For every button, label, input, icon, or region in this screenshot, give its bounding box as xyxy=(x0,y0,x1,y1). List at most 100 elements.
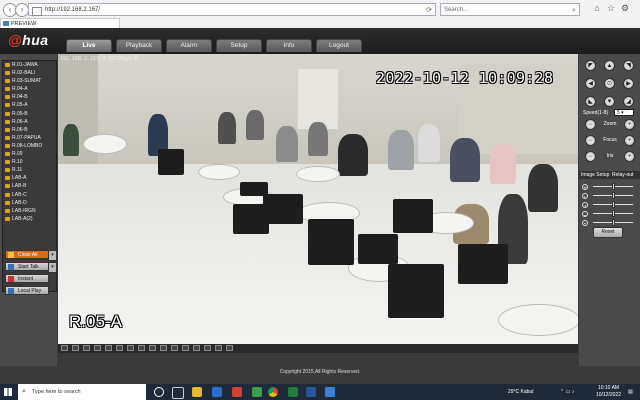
ptz-down-right-icon[interactable]: ◢ xyxy=(623,96,634,107)
layout-4-icon[interactable] xyxy=(72,345,79,351)
slider-knob[interactable] xyxy=(611,219,615,226)
fullscreen-icon[interactable] xyxy=(116,345,123,351)
layout-9-icon[interactable] xyxy=(83,345,90,351)
settings-gear-icon[interactable]: ⚙ xyxy=(620,3,630,13)
channel-item[interactable]: R.11 xyxy=(3,166,56,174)
channel-item[interactable]: R.10 xyxy=(3,158,56,166)
channel-item[interactable]: LAB-D xyxy=(3,199,56,207)
tab-playback[interactable]: Playback xyxy=(116,39,162,52)
notifications-icon[interactable]: ▤ xyxy=(628,384,633,400)
focus-in-icon[interactable]: + xyxy=(624,135,635,146)
slider-knob[interactable] xyxy=(611,192,615,199)
excel-icon[interactable] xyxy=(288,387,298,397)
taskbar-search-input[interactable]: ⌕ Type here to search xyxy=(18,384,146,400)
word-icon[interactable] xyxy=(306,387,316,397)
quality-icon[interactable] xyxy=(182,345,189,351)
forward-icon[interactable]: › xyxy=(15,3,29,17)
audio-icon[interactable] xyxy=(149,345,156,351)
image-setup-tab[interactable]: Image Setup xyxy=(581,171,609,179)
zoom-in-icon[interactable]: + xyxy=(624,119,635,130)
slider-knob[interactable] xyxy=(611,201,615,208)
channel-item[interactable]: R.05-A xyxy=(3,101,56,109)
layout-1-icon[interactable] xyxy=(61,345,68,351)
weather-widget[interactable]: 29°C Kabut xyxy=(508,384,534,400)
close-all-button[interactable]: Close All xyxy=(5,250,49,259)
close-all-dropdown-icon[interactable]: ▾ xyxy=(48,250,57,261)
browser-search-input[interactable]: Search... ⌕ xyxy=(440,3,580,16)
start-talk-dropdown-icon[interactable]: ▾ xyxy=(48,262,57,273)
local-play-button[interactable]: Local Play xyxy=(5,286,49,295)
ptz-left-icon[interactable]: ◀ xyxy=(585,78,596,89)
ptz-down-left-icon[interactable]: ◣ xyxy=(585,96,596,107)
tab-preview[interactable]: PREVIEW xyxy=(0,18,120,28)
channel-item[interactable]: R.04-B xyxy=(3,93,56,101)
ptz-right-icon[interactable]: ▶ xyxy=(623,78,634,89)
channel-item[interactable]: R.01-JAWA xyxy=(3,61,56,69)
app-icon[interactable] xyxy=(252,387,262,397)
channel-item[interactable]: R.04-A xyxy=(3,85,56,93)
tab-setup[interactable]: Setup xyxy=(216,39,262,52)
speed-select[interactable]: 5 ▾ xyxy=(614,109,634,116)
reset-button[interactable]: Reset xyxy=(593,227,623,238)
start-talk-button[interactable]: Start Talk xyxy=(5,262,49,271)
fit-icon[interactable] xyxy=(171,345,178,351)
channel-item[interactable]: R.06-B xyxy=(3,126,56,134)
zoom-out-icon[interactable]: − xyxy=(585,119,596,130)
layout-16-icon[interactable] xyxy=(94,345,101,351)
channel-item[interactable]: R.02-BALI xyxy=(3,69,56,77)
system-tray-icons[interactable]: ⌃ ▭ ♪ xyxy=(560,384,574,400)
channel-item[interactable]: LAB-A xyxy=(3,174,56,182)
next-page-icon[interactable] xyxy=(215,345,222,351)
channel-item[interactable]: LAB-IRGN xyxy=(3,207,56,215)
sharpness-slider[interactable]: ◓ xyxy=(582,219,638,227)
brightness-slider[interactable]: ☀ xyxy=(582,183,638,191)
home-icon[interactable]: ⌂ xyxy=(592,3,602,13)
channel-item[interactable]: R.03-SUMAT xyxy=(3,77,56,85)
ptz-up-icon[interactable]: ▲ xyxy=(604,60,615,71)
mail-icon[interactable] xyxy=(212,387,222,397)
channel-item[interactable]: R.06-A xyxy=(3,118,56,126)
record-icon[interactable] xyxy=(138,345,145,351)
app-icon[interactable] xyxy=(232,387,242,397)
channel-item[interactable]: LAB-A(2) xyxy=(3,215,56,223)
live-video-view[interactable]: 192.168.2.167:4 1012Kbps M 2022-10-12 10… xyxy=(58,54,578,344)
ptz-down-icon[interactable]: ▼ xyxy=(604,96,615,107)
instant-record-button[interactable]: Instant Record xyxy=(5,274,49,291)
search-icon[interactable]: ⌕ xyxy=(572,4,576,17)
prev-page-icon[interactable] xyxy=(204,345,211,351)
cortana-icon[interactable] xyxy=(154,387,164,397)
flow-icon[interactable] xyxy=(193,345,200,351)
channel-item[interactable]: LAB-C xyxy=(3,191,56,199)
task-view-icon[interactable] xyxy=(172,387,184,399)
internet-explorer-icon[interactable] xyxy=(325,387,335,397)
ptz-center-icon[interactable]: ⊙ xyxy=(604,78,615,89)
saturation-slider[interactable]: ◑ xyxy=(582,201,638,209)
tab-live[interactable]: Live xyxy=(66,39,112,52)
channel-item[interactable]: LAB-B xyxy=(3,182,56,190)
tab-info[interactable]: Info xyxy=(266,39,312,52)
tab-alarm[interactable]: Alarm xyxy=(166,39,212,52)
relay-out-tab[interactable]: Relay-out xyxy=(612,171,633,179)
settings-icon[interactable] xyxy=(226,345,233,351)
taskbar-clock[interactable]: 10:10 AM 10/12/2022 xyxy=(596,385,621,399)
hue-slider[interactable]: ◒ xyxy=(582,210,638,218)
channel-item[interactable]: R.07-PAPUA xyxy=(3,134,56,142)
channel-item[interactable]: R.05-B xyxy=(3,110,56,118)
ptz-up-left-icon[interactable]: ◤ xyxy=(585,60,596,71)
favorites-icon[interactable]: ☆ xyxy=(606,3,616,13)
ptz-up-right-icon[interactable]: ◥ xyxy=(623,60,634,71)
contrast-slider[interactable]: ◐ xyxy=(582,192,638,200)
slider-knob[interactable] xyxy=(611,210,615,217)
chrome-icon[interactable] xyxy=(268,387,278,397)
file-explorer-icon[interactable] xyxy=(192,387,202,397)
refresh-icon[interactable]: ⟳ xyxy=(426,4,432,17)
address-bar[interactable]: http://192.168.2.167/ ⟳ xyxy=(28,3,436,16)
focus-out-icon[interactable]: − xyxy=(585,135,596,146)
slider-knob[interactable] xyxy=(611,183,615,190)
tab-logout[interactable]: Logout xyxy=(316,39,362,52)
channel-item[interactable]: R.09 xyxy=(3,150,56,158)
start-windows-icon[interactable] xyxy=(4,388,12,396)
layout-custom-icon[interactable] xyxy=(105,345,112,351)
channel-item[interactable]: R.08-LOMBO xyxy=(3,142,56,150)
snapshot-icon[interactable] xyxy=(127,345,134,351)
